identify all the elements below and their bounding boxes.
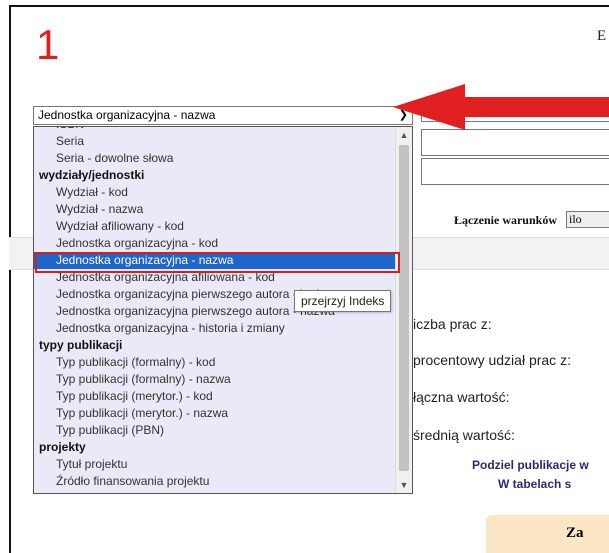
scrollbar-thumb[interactable]: [399, 145, 409, 471]
join-conditions-label: Łączenie warunków: [454, 213, 557, 227]
dropdown-option[interactable]: Typ publikacji (PBN): [34, 422, 396, 439]
index-tooltip: przejrzyj Indeks: [294, 290, 392, 312]
stat-average-label: średnią wartość:: [413, 427, 515, 443]
search-value-input-3[interactable]: [421, 158, 609, 185]
dropdown-option[interactable]: ISBN: [34, 127, 396, 133]
dropdown-option[interactable]: Wydział - kod: [34, 184, 396, 201]
field-select-value: Jednostka organizacyjna - nazwa: [38, 108, 216, 122]
dropdown-group-header: typy publikacji: [39, 338, 123, 352]
stat-count-label: iczba prac z:: [413, 316, 492, 332]
scroll-up-icon[interactable]: ▲: [396, 127, 412, 143]
split-publications-label: Podziel publikacje w: [472, 458, 589, 472]
dropdown-option[interactable]: Numer projektu/umowy: [34, 490, 396, 493]
scroll-down-icon[interactable]: ▼: [396, 477, 412, 493]
dropdown-scrollbar[interactable]: ▲ ▼: [395, 127, 412, 493]
dropdown-option[interactable]: Seria - dowolne słowa: [34, 150, 396, 167]
join-conditions-select[interactable]: ilo: [566, 211, 609, 228]
dropdown-option[interactable]: Wydział afiliowany - kod: [34, 218, 396, 235]
field-select[interactable]: Jednostka organizacyjna - nazwa ❯: [33, 106, 413, 125]
dropdown-option[interactable]: Typ publikacji (formalny) - kod: [34, 354, 396, 371]
search-value-input-2[interactable]: [421, 129, 609, 156]
selection-highlight-annotation: [35, 252, 400, 273]
submit-button[interactable]: Za: [486, 515, 609, 553]
dropdown-option[interactable]: Jednostka organizacyjna - historia i zmi…: [34, 320, 396, 337]
dropdown-option[interactable]: Typ publikacji (merytor.) - kod: [34, 388, 396, 405]
tables-label: W tabelach s: [498, 477, 572, 491]
red-arrow-annotation: [393, 84, 609, 130]
dropdown-option[interactable]: Typ publikacji (formalny) - nazwa: [34, 371, 396, 388]
page-header-fragment: E: [597, 28, 607, 44]
stat-percent-label: procentowy udział prac z:: [413, 352, 571, 368]
dropdown-option[interactable]: Jednostka organizacyjna - kod: [34, 235, 396, 252]
dropdown-option[interactable]: Źródło finansowania projektu: [34, 473, 396, 490]
dropdown-option[interactable]: Wydział - nazwa: [34, 201, 396, 218]
stat-total-label: łączna wartość:: [413, 389, 510, 405]
step-number-annotation: 1: [36, 21, 60, 68]
dropdown-group-header: projekty: [39, 440, 86, 454]
dropdown-option[interactable]: Tytuł projektu: [34, 456, 396, 473]
dropdown-group-header: wydziały/jednostki: [39, 168, 145, 182]
dropdown-option[interactable]: Typ publikacji (merytor.) - nazwa: [34, 405, 396, 422]
dropdown-option[interactable]: Seria: [34, 133, 396, 150]
